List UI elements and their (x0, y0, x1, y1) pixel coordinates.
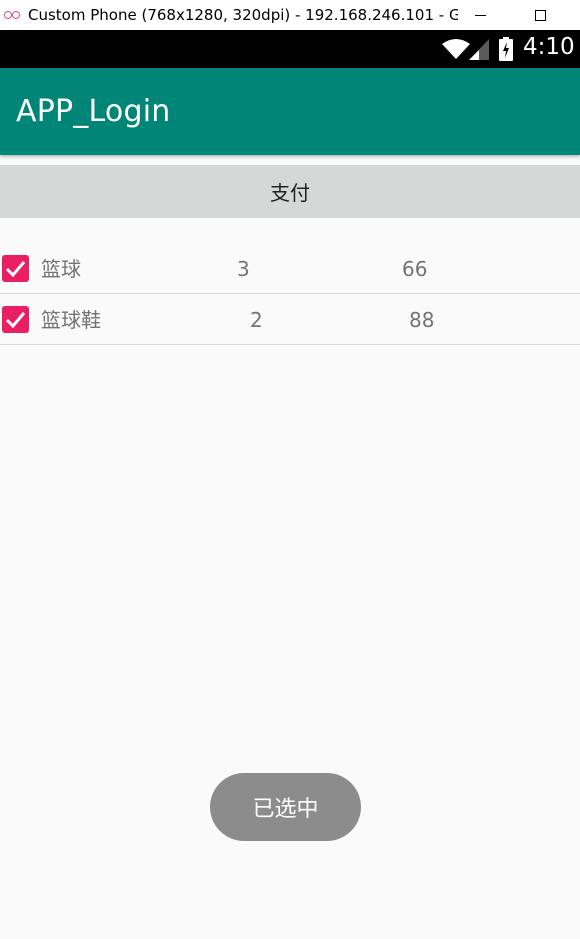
app-title: APP_Login (16, 94, 171, 129)
minimize-icon (474, 14, 486, 16)
check-icon (5, 312, 26, 329)
list-item: 篮球 3 66 (0, 243, 580, 294)
emulator-window-titlebar: Custom Phone (768x1280, 320dpi) - 192.16… (0, 0, 580, 30)
emulator-window-title: Custom Phone (768x1280, 320dpi) - 192.16… (28, 6, 458, 24)
battery-icon (499, 37, 513, 61)
item-checkbox[interactable] (2, 306, 29, 333)
maximize-icon (534, 9, 546, 21)
pay-button[interactable]: 支付 (0, 165, 580, 218)
status-time: 4:10 (523, 34, 575, 60)
item-name: 篮球鞋 (41, 308, 101, 332)
list-item: 篮球鞋 2 88 (0, 294, 580, 345)
toast-message: 已选中 (210, 773, 361, 841)
status-bar: 4:10 (0, 30, 580, 68)
minimize-button[interactable] (460, 0, 500, 30)
item-quantity: 3 (237, 257, 250, 281)
check-icon (5, 261, 26, 278)
item-quantity: 2 (250, 308, 263, 332)
app-bar: APP_Login (0, 68, 580, 155)
item-name: 篮球 (41, 257, 81, 281)
signal-icon (469, 39, 489, 60)
item-checkbox[interactable] (2, 255, 29, 282)
item-price: 66 (402, 257, 428, 281)
emulator-logo-icon (4, 8, 22, 22)
item-price: 88 (409, 308, 435, 332)
maximize-button[interactable] (520, 0, 560, 30)
